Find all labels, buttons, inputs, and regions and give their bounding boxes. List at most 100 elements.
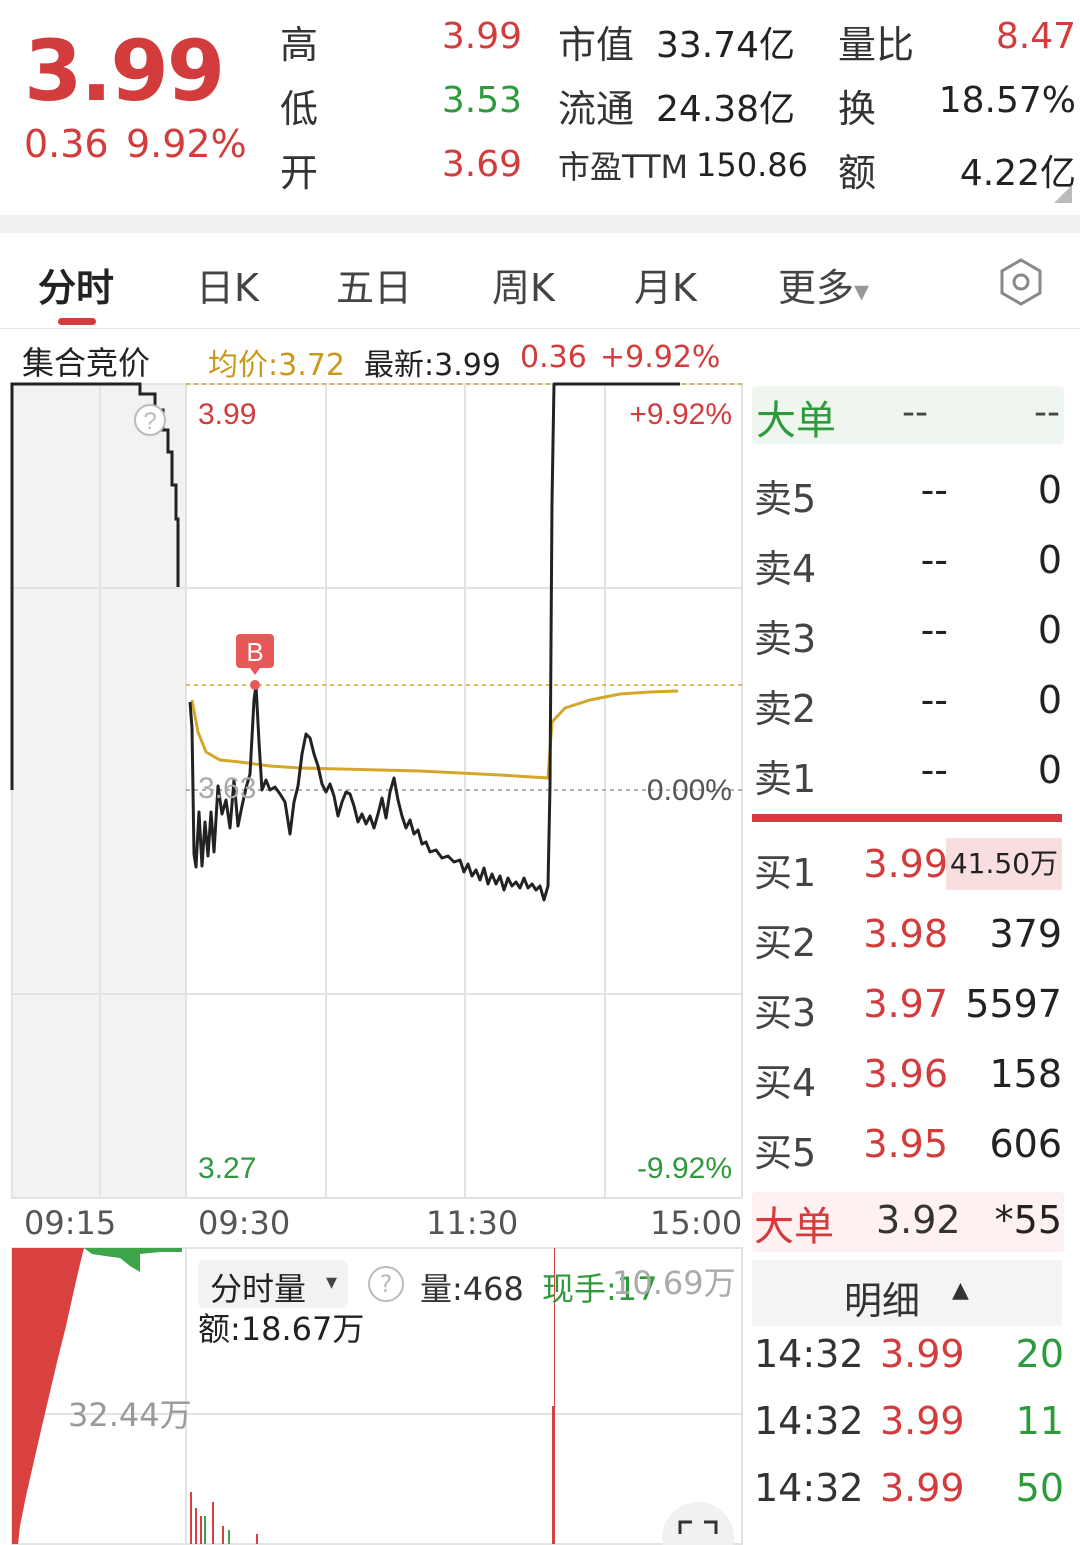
- sell-label: 卖3: [754, 617, 817, 661]
- sell-qty: 0: [1037, 538, 1062, 582]
- trade-time: 14:32: [754, 1332, 864, 1376]
- section-separator: [0, 215, 1080, 233]
- order-book: 大单 -- -- 卖5 -- 0 卖4 -- 0 卖3 -- 0 卖2 -- 0…: [748, 382, 1080, 1545]
- open-value: 3.69: [441, 144, 522, 185]
- tab-monthly-k[interactable]: 月K: [634, 257, 697, 312]
- time-label-0915: 09:15: [24, 1204, 117, 1242]
- buy-row-2: 买2 3.98 379: [748, 904, 1062, 965]
- help-icon[interactable]: ?: [134, 404, 166, 436]
- chart-info-bar: 集合竞价 均价:3.72 最新:3.99 0.36 +9.92%: [0, 330, 745, 383]
- price-max-label: 3.99: [198, 398, 256, 431]
- float-cap-value: 24.38亿: [656, 89, 796, 130]
- chevron-down-icon: ▾: [854, 274, 870, 309]
- tab-five-day[interactable]: 五日: [336, 257, 412, 312]
- buy-label: 买5: [754, 1131, 817, 1175]
- trade-volume: 11: [1015, 1399, 1064, 1443]
- quote-header: 3.99 0.36 9.92% 高 3.99 低 3.53 开 3.69 市值 …: [0, 0, 1080, 215]
- big-order-bottom-qty: *55: [994, 1198, 1062, 1242]
- trade-row: 14:32 3.99 20: [754, 1328, 1064, 1388]
- volume-ratio-label: 量比: [838, 23, 915, 67]
- big-order-bottom-label: 大单: [754, 1204, 834, 1250]
- buy-price: 3.96: [863, 1052, 948, 1096]
- pe-ttm-value: 150.86: [696, 146, 808, 184]
- trade-time: 14:32: [754, 1466, 864, 1510]
- pct-mid-label: 0.00%: [647, 774, 732, 807]
- sell-label: 卖5: [754, 477, 817, 521]
- amount-label: 额: [838, 151, 877, 195]
- price-mid-label: 3.63: [198, 772, 256, 805]
- market-cap-label: 市值: [558, 23, 635, 67]
- trade-detail-label: 明细: [844, 1279, 921, 1323]
- buy-label: 买4: [754, 1061, 817, 1105]
- expand-corner-icon[interactable]: [1054, 185, 1072, 203]
- low-value: 3.53: [441, 80, 522, 121]
- info-change: 0.36: [520, 340, 587, 375]
- big-order-top-b: --: [1034, 392, 1060, 433]
- buy-row-4: 买4 3.96 158: [748, 1044, 1062, 1105]
- trade-price: 3.99: [880, 1466, 965, 1510]
- buy-marker-label: B: [246, 637, 263, 667]
- sell-row-4: 卖4 -- 0: [748, 530, 1062, 591]
- sell-price: --: [920, 538, 948, 582]
- volume-help-icon[interactable]: ?: [368, 1266, 404, 1302]
- time-label-1500: 15:00: [650, 1204, 743, 1242]
- market-cap-value: 33.74亿: [656, 25, 796, 66]
- trade-detail-toggle[interactable]: 明细 ▲: [752, 1260, 1062, 1326]
- tab-weekly-k[interactable]: 周K: [492, 257, 555, 312]
- zoom-button[interactable]: [662, 1502, 734, 1545]
- buy-marker[interactable]: B: [236, 634, 274, 690]
- auction-volume-green: [84, 1248, 182, 1272]
- volume-ratio-value: 8.47: [995, 16, 1076, 57]
- buy-label: 买3: [754, 991, 817, 1035]
- sell-qty: 0: [1037, 748, 1062, 792]
- buy-price: 3.99: [863, 842, 948, 886]
- sell-price: --: [920, 468, 948, 512]
- sell-qty: 0: [1037, 468, 1062, 512]
- buy-row-3: 买3 3.97 5597: [748, 974, 1062, 1035]
- avg-price-label: 均价:3.72: [208, 348, 345, 383]
- big-order-top-a: --: [902, 392, 928, 433]
- pct-min-label: -9.92%: [637, 1152, 732, 1185]
- book-divider: [752, 814, 1062, 822]
- buy-label: 买2: [754, 921, 817, 965]
- big-order-top[interactable]: 大单 -- --: [752, 386, 1064, 444]
- open-label: 开: [280, 151, 319, 195]
- tab-more[interactable]: 更多▾: [778, 257, 869, 312]
- auction-label: 集合竞价: [22, 344, 151, 382]
- big-order-bottom-price: 3.92: [876, 1198, 961, 1242]
- sell-label: 卖1: [754, 757, 817, 801]
- volume-max-label: 10.69万: [612, 1264, 736, 1302]
- buy-price: 3.98: [863, 912, 948, 956]
- tab-intraday[interactable]: 分时: [38, 257, 114, 312]
- svg-text:?: ?: [143, 408, 156, 435]
- volume-amount-label: 额:18.67万: [198, 1310, 365, 1348]
- buy-label: 买1: [754, 851, 817, 895]
- sell-qty: 0: [1037, 678, 1062, 722]
- time-label-1130: 11:30: [426, 1204, 519, 1242]
- settings-icon[interactable]: [996, 257, 1046, 307]
- trade-volume: 50: [1015, 1466, 1064, 1510]
- info-change-pct: +9.92%: [600, 340, 721, 375]
- price-change-pct: 9.92%: [126, 122, 247, 166]
- sell-row-3: 卖3 -- 0: [748, 600, 1062, 661]
- tab-more-label: 更多: [778, 266, 855, 310]
- auction-volume-max-label: 32.44万: [68, 1396, 192, 1434]
- sell-row-2: 卖2 -- 0: [748, 670, 1062, 731]
- trade-row: 14:32 3.99 11: [754, 1395, 1064, 1455]
- tab-daily-k[interactable]: 日K: [196, 257, 259, 312]
- sell-price: --: [920, 748, 948, 792]
- price-change: 0.36: [24, 122, 109, 166]
- intraday-price-chart[interactable]: B ? 3.99 +9.92% 3.63 0.00% 3.27 -9.92%: [0, 382, 745, 1202]
- trade-price: 3.99: [880, 1332, 965, 1376]
- volume-indicator-selector[interactable]: 分时量 ▾: [198, 1260, 348, 1308]
- sell-row-1: 卖1 -- 0: [748, 740, 1062, 801]
- big-order-bottom[interactable]: 大单 3.92 *55: [752, 1192, 1064, 1252]
- buy-qty: 379: [989, 912, 1062, 956]
- high-label: 高: [280, 23, 319, 67]
- volume-qty-label: 量:468: [420, 1270, 524, 1308]
- price-min-label: 3.27: [198, 1152, 256, 1185]
- buy-qty: 41.50万: [945, 838, 1062, 890]
- intraday-volume-bars-down: [204, 1516, 230, 1544]
- buy-price: 3.95: [863, 1122, 948, 1166]
- buy-qty: 158: [989, 1052, 1062, 1096]
